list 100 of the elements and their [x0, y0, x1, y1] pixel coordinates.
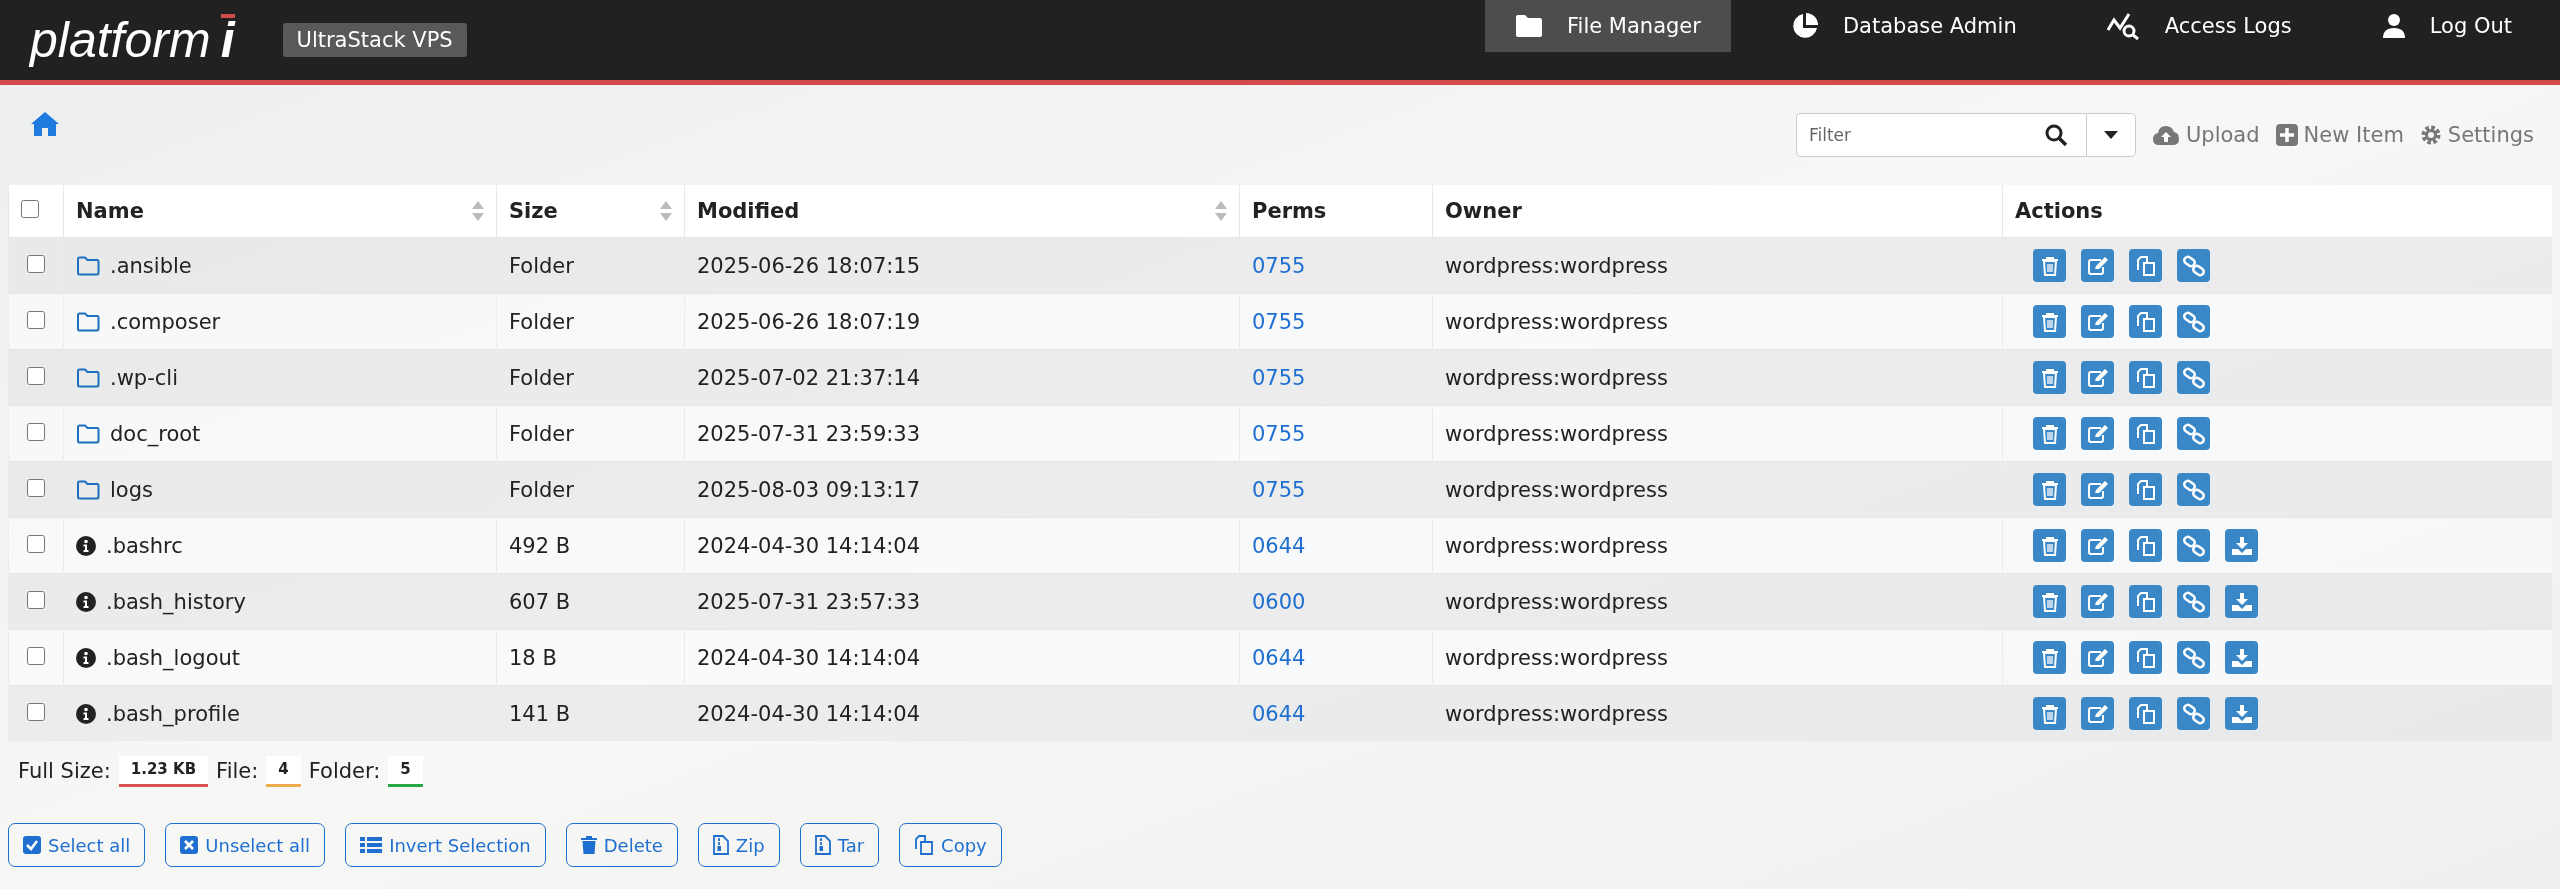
file-name-link[interactable]: .bash_profile: [106, 701, 240, 726]
toolbar-link[interactable]: Settings: [2419, 123, 2534, 147]
file-name-link[interactable]: .wp-cli: [110, 365, 178, 390]
action-button[interactable]: Copy: [899, 823, 1002, 867]
filter-dropdown-button[interactable]: [2085, 113, 2136, 157]
permissions-link[interactable]: 0755: [1252, 477, 1306, 502]
link-button[interactable]: [2177, 473, 2210, 506]
permissions-link[interactable]: 0600: [1252, 589, 1306, 614]
delete-button[interactable]: [2033, 473, 2066, 506]
folder-icon: [76, 479, 100, 500]
link-button[interactable]: [2177, 529, 2210, 562]
file-name-link[interactable]: doc_root: [110, 421, 201, 446]
rename-button[interactable]: [2081, 641, 2114, 674]
action-button[interactable]: Invert Selection: [345, 823, 546, 867]
row-checkbox[interactable]: [27, 366, 45, 385]
copy-button[interactable]: [2129, 361, 2162, 394]
link-button[interactable]: [2177, 697, 2210, 730]
trash-icon: [2040, 703, 2059, 724]
summary-value: 5: [388, 755, 423, 787]
copy-button[interactable]: [2129, 417, 2162, 450]
link-button[interactable]: [2177, 417, 2210, 450]
permissions-link[interactable]: 0755: [1252, 309, 1306, 334]
rename-button[interactable]: [2081, 529, 2114, 562]
row-checkbox[interactable]: [27, 646, 45, 665]
edit-icon: [2086, 423, 2109, 444]
link-button[interactable]: [2177, 641, 2210, 674]
action-button[interactable]: Tar: [799, 823, 880, 867]
file-name-link[interactable]: .bash_logout: [106, 645, 241, 670]
delete-button[interactable]: [2033, 697, 2066, 730]
row-checkbox[interactable]: [27, 534, 45, 553]
download-button[interactable]: [2225, 585, 2258, 618]
nav-link[interactable]: Access Logs: [2076, 0, 2322, 52]
table-cell: wordpress:wordpress: [1432, 405, 2003, 462]
file-name-link[interactable]: .bashrc: [106, 533, 183, 558]
copy-button[interactable]: [2129, 305, 2162, 338]
nav-link[interactable]: File Manager: [1485, 0, 1731, 52]
download-button[interactable]: [2225, 529, 2258, 562]
link-button[interactable]: [2177, 585, 2210, 618]
action-button[interactable]: Unselect all: [165, 823, 326, 867]
rename-button[interactable]: [2081, 305, 2114, 338]
permissions-link[interactable]: 0755: [1252, 253, 1306, 278]
rename-button[interactable]: [2081, 585, 2114, 618]
edit-icon: [2086, 479, 2109, 500]
action-button[interactable]: Select all: [8, 823, 146, 867]
chain-link-icon: [2182, 478, 2205, 501]
link-button[interactable]: [2177, 305, 2210, 338]
action-button[interactable]: Delete: [565, 823, 678, 867]
copy-button[interactable]: [2129, 641, 2162, 674]
edit-icon: [2086, 367, 2109, 388]
nav-link[interactable]: Log Out: [2351, 0, 2542, 52]
rename-button[interactable]: [2081, 361, 2114, 394]
rename-button[interactable]: [2081, 697, 2114, 730]
permissions-link[interactable]: 0644: [1252, 701, 1306, 726]
link-button[interactable]: [2177, 361, 2210, 394]
row-checkbox[interactable]: [27, 422, 45, 441]
copy-button[interactable]: [2129, 697, 2162, 730]
permissions-link[interactable]: 0644: [1252, 645, 1306, 670]
toolbar-link[interactable]: New Item: [2275, 123, 2404, 147]
delete-button[interactable]: [2033, 585, 2066, 618]
copy-button[interactable]: [2129, 585, 2162, 618]
home-icon[interactable]: [30, 111, 60, 137]
delete-button[interactable]: [2033, 417, 2066, 450]
file-name-link[interactable]: .ansible: [110, 253, 192, 278]
row-checkbox[interactable]: [27, 478, 45, 497]
row-checkbox[interactable]: [27, 254, 45, 273]
copy-button[interactable]: [2129, 529, 2162, 562]
copy-icon: [2135, 422, 2156, 445]
copy-button[interactable]: [2129, 249, 2162, 282]
file-name-link[interactable]: .composer: [110, 309, 221, 334]
permissions-link[interactable]: 0644: [1252, 533, 1306, 558]
nav-link[interactable]: Database Admin: [1760, 0, 2047, 52]
delete-button[interactable]: [2033, 305, 2066, 338]
rename-button[interactable]: [2081, 473, 2114, 506]
select-all-checkbox[interactable]: [21, 200, 39, 218]
file-name-link[interactable]: .bash_history: [106, 589, 246, 614]
delete-button[interactable]: [2033, 361, 2066, 394]
rename-button[interactable]: [2081, 417, 2114, 450]
rename-button[interactable]: [2081, 249, 2114, 282]
row-checkbox[interactable]: [27, 590, 45, 609]
toolbar-link[interactable]: Upload: [2151, 123, 2260, 147]
delete-button[interactable]: [2033, 529, 2066, 562]
info-icon: [76, 647, 96, 668]
table-cell: Folder: [496, 349, 685, 406]
column-header: Perms: [1252, 199, 1327, 223]
action-button[interactable]: Zip: [697, 823, 780, 867]
filter-field[interactable]: Filter: [1795, 113, 2086, 157]
link-button[interactable]: [2177, 249, 2210, 282]
row-checkbox[interactable]: [27, 310, 45, 329]
zip-file-icon: [712, 835, 729, 855]
summary-value: 4: [266, 755, 301, 787]
download-button[interactable]: [2225, 697, 2258, 730]
permissions-link[interactable]: 0755: [1252, 365, 1306, 390]
delete-button[interactable]: [2033, 249, 2066, 282]
row-checkbox[interactable]: [27, 702, 45, 721]
permissions-link[interactable]: 0755: [1252, 421, 1306, 446]
delete-button[interactable]: [2033, 641, 2066, 674]
trash-icon: [2040, 479, 2059, 500]
download-button[interactable]: [2225, 641, 2258, 674]
copy-button[interactable]: [2129, 473, 2162, 506]
file-name-link[interactable]: logs: [110, 477, 153, 502]
